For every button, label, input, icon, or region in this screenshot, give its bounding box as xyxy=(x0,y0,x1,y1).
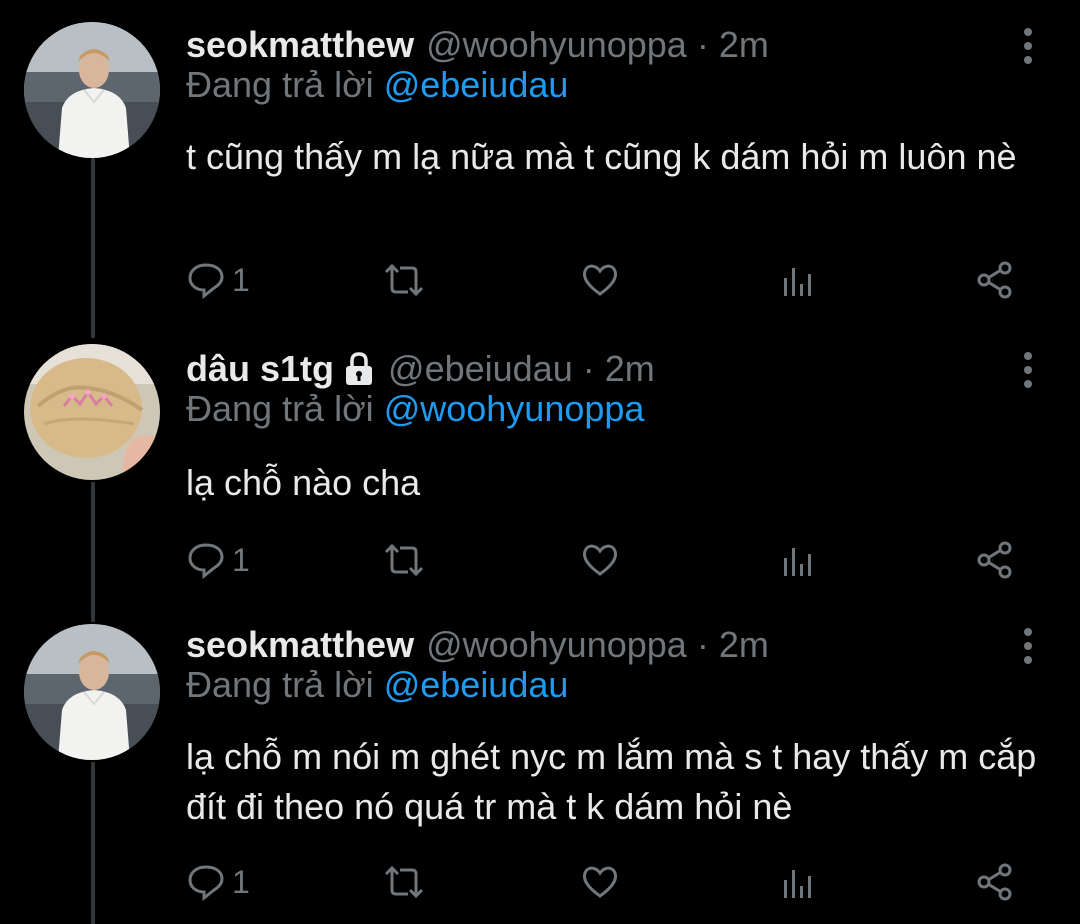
reply-mention-link[interactable]: @ebeiudau xyxy=(384,664,569,705)
display-name[interactable]: seokmatthew xyxy=(186,624,414,666)
reply-icon xyxy=(188,865,224,902)
analytics-button[interactable] xyxy=(780,858,816,906)
tweet-text: t cũng thấy m lạ nữa mà t cũng k dám hỏi… xyxy=(186,136,1017,177)
reply-icon xyxy=(188,263,224,300)
share-icon xyxy=(977,541,1012,579)
analytics-button[interactable] xyxy=(780,536,816,584)
avatar[interactable] xyxy=(24,22,160,158)
share-button[interactable] xyxy=(974,536,1016,584)
user-handle[interactable]: @woohyunoppa xyxy=(426,24,687,66)
avatar-photo xyxy=(24,624,160,760)
separator-dot: · xyxy=(696,624,709,665)
replying-label: Đang trả lời xyxy=(186,388,374,429)
share-icon xyxy=(977,261,1012,299)
user-handle[interactable]: @ebeiudau xyxy=(388,348,573,390)
retweet-button[interactable] xyxy=(382,536,426,584)
analytics-icon xyxy=(784,268,811,296)
separator-dot: · xyxy=(696,24,709,65)
retweet-icon xyxy=(384,263,424,297)
like-button[interactable] xyxy=(580,536,620,584)
avatar[interactable] xyxy=(24,344,160,480)
reply-icon xyxy=(188,543,224,580)
like-button[interactable] xyxy=(580,858,620,906)
share-button[interactable] xyxy=(974,256,1016,304)
replying-to: Đang trả lời @ebeiudau xyxy=(186,64,568,106)
reply-button[interactable]: 1 xyxy=(186,858,250,906)
like-button[interactable] xyxy=(580,256,620,304)
timestamp[interactable]: 2m xyxy=(605,348,655,390)
reply-button[interactable]: 1 xyxy=(186,256,250,304)
replying-to: Đang trả lời @ebeiudau xyxy=(186,664,568,706)
retweet-icon xyxy=(384,865,424,899)
lock-icon xyxy=(346,352,373,385)
retweet-button[interactable] xyxy=(382,858,426,906)
heart-icon xyxy=(582,264,618,296)
more-vertical-icon[interactable] xyxy=(1020,26,1036,66)
retweet-icon xyxy=(384,543,424,577)
replying-label: Đang trả lời xyxy=(186,664,374,705)
analytics-icon xyxy=(784,548,811,576)
analytics-button[interactable] xyxy=(780,256,816,304)
reply-count: 1 xyxy=(232,261,250,298)
more-vertical-icon[interactable] xyxy=(1020,626,1036,666)
tweet-actions: 1 xyxy=(186,858,1026,906)
tweet-actions: 1 xyxy=(186,256,1026,304)
heart-icon xyxy=(582,866,618,898)
avatar-photo xyxy=(24,22,160,158)
heart-icon xyxy=(582,544,618,576)
tweet[interactable]: dâu s1tg @ebeiudau · 2m Đang trả lời @wo… xyxy=(0,344,1080,604)
share-button[interactable] xyxy=(974,858,1016,906)
reply-count: 1 xyxy=(232,863,250,900)
more-vertical-icon[interactable] xyxy=(1020,350,1036,390)
reply-count: 1 xyxy=(232,541,250,578)
retweet-button[interactable] xyxy=(382,256,426,304)
analytics-icon xyxy=(784,870,811,898)
reply-mention-link[interactable]: @ebeiudau xyxy=(384,64,569,105)
avatar-photo xyxy=(24,344,160,480)
tweet[interactable]: seokmatthew @woohyunoppa · 2m Đang trả l… xyxy=(0,20,1080,320)
replying-label: Đang trả lời xyxy=(186,64,374,105)
tweet-text: lạ chỗ nào cha xyxy=(186,462,421,503)
display-name[interactable]: dâu s1tg xyxy=(186,348,334,390)
timestamp[interactable]: 2m xyxy=(719,24,769,66)
reply-mention-link[interactable]: @woohyunoppa xyxy=(384,388,645,429)
share-icon xyxy=(977,863,1012,901)
tweet-actions: 1 xyxy=(186,536,1026,584)
user-handle[interactable]: @woohyunoppa xyxy=(426,624,687,666)
display-name[interactable]: seokmatthew xyxy=(186,24,414,66)
timestamp[interactable]: 2m xyxy=(719,624,769,666)
reply-button[interactable]: 1 xyxy=(186,536,250,584)
tweet[interactable]: seokmatthew @woohyunoppa · 2m Đang trả l… xyxy=(0,620,1080,924)
avatar[interactable] xyxy=(24,624,160,760)
separator-dot: · xyxy=(582,348,595,389)
tweet-text: lạ chỗ m nói m ghét nyc m lắm mà s t hay… xyxy=(186,736,1037,827)
replying-to: Đang trả lời @woohyunoppa xyxy=(186,388,644,430)
